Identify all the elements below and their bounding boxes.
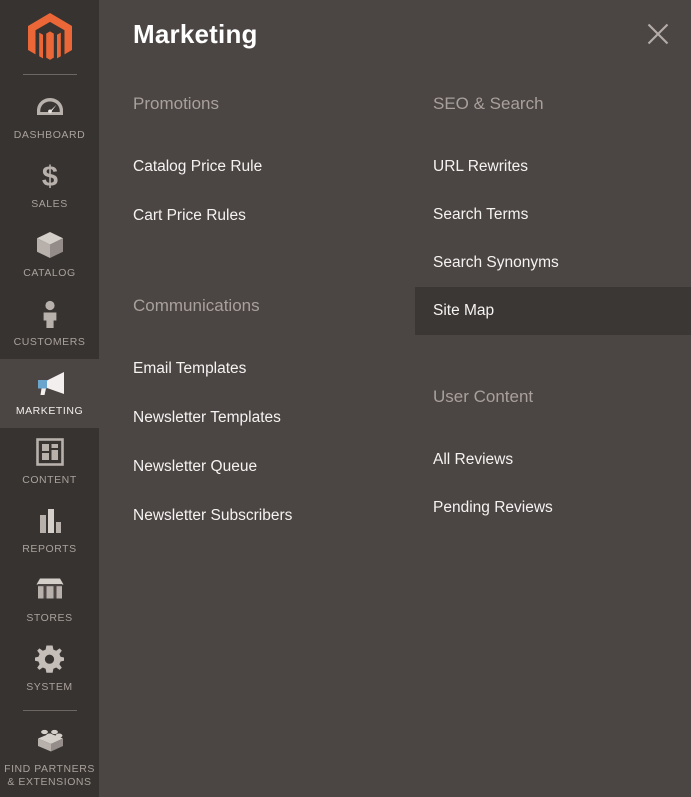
sidebar-item-label: CATALOG bbox=[23, 267, 76, 279]
menu-link-site-map[interactable]: Site Map bbox=[415, 287, 691, 335]
sidebar-item-label: REPORTS bbox=[22, 543, 77, 555]
gear-icon bbox=[35, 644, 64, 674]
magento-admin-menu-overlay: DASHBOARD $ SALES CATALOG CUSTOMERS MARK… bbox=[0, 0, 691, 797]
menu-group-seo-search: SEO & Search URL Rewrites Search Terms S… bbox=[415, 94, 691, 335]
menu-link-pending-reviews[interactable]: Pending Reviews bbox=[415, 484, 691, 532]
sidebar-item-label: MARKETING bbox=[15, 405, 84, 417]
menu-group-title: Communications bbox=[133, 296, 260, 315]
sidebar-item-label: CONTENT bbox=[22, 474, 77, 486]
bar-chart-icon bbox=[36, 506, 64, 536]
sidebar-item-catalog[interactable]: CATALOG bbox=[0, 221, 99, 290]
close-button[interactable] bbox=[642, 18, 674, 50]
menu-link-catalog-price-rule[interactable]: Catalog Price Rule bbox=[133, 143, 413, 192]
menu-group-promotions: Promotions Catalog Price Rule Cart Price… bbox=[133, 94, 413, 241]
menu-group-user-content: User Content All Reviews Pending Reviews bbox=[415, 387, 691, 532]
sidebar-item-label: SYSTEM bbox=[26, 681, 73, 693]
menu-link-cart-price-rules[interactable]: Cart Price Rules bbox=[133, 192, 413, 241]
lego-brick-icon bbox=[34, 726, 66, 756]
menu-link-newsletter-queue[interactable]: Newsletter Queue bbox=[133, 443, 413, 492]
menu-link-email-templates[interactable]: Email Templates bbox=[133, 345, 413, 394]
sidebar-item-marketing[interactable]: MARKETING bbox=[0, 359, 99, 428]
svg-text:$: $ bbox=[41, 161, 57, 191]
sidebar-item-sales[interactable]: $ SALES bbox=[0, 152, 99, 221]
menu-group-title: User Content bbox=[433, 387, 534, 406]
sidebar-item-find-partners-extensions[interactable]: FIND PARTNERS & EXTENSIONS bbox=[0, 717, 99, 797]
logo-divider bbox=[22, 74, 77, 75]
menu-group-communications: Communications Email Templates Newslette… bbox=[133, 296, 413, 541]
menu-group-title: Promotions bbox=[133, 94, 219, 113]
menu-link-newsletter-templates[interactable]: Newsletter Templates bbox=[133, 394, 413, 443]
menu-column-left: Promotions Catalog Price Rule Cart Price… bbox=[133, 94, 413, 541]
marketing-menu-panel: Marketing Promotions Catalog Price Rule … bbox=[99, 0, 691, 797]
sidebar-item-customers[interactable]: CUSTOMERS bbox=[0, 290, 99, 359]
megaphone-icon bbox=[33, 368, 67, 398]
sidebar-divider bbox=[22, 710, 77, 711]
menu-link-url-rewrites[interactable]: URL Rewrites bbox=[415, 143, 691, 191]
menu-link-all-reviews[interactable]: All Reviews bbox=[415, 436, 691, 484]
layout-icon bbox=[35, 437, 64, 467]
sidebar-item-system[interactable]: SYSTEM bbox=[0, 635, 99, 704]
sidebar-item-reports[interactable]: REPORTS bbox=[0, 497, 99, 566]
primary-sidebar: DASHBOARD $ SALES CATALOG CUSTOMERS MARK… bbox=[0, 0, 99, 797]
sidebar-item-stores[interactable]: STORES bbox=[0, 566, 99, 635]
storefront-icon bbox=[35, 575, 65, 605]
menu-link-newsletter-subscribers[interactable]: Newsletter Subscribers bbox=[133, 492, 413, 541]
page-title: Marketing bbox=[133, 19, 258, 49]
dollar-icon: $ bbox=[35, 161, 65, 191]
sidebar-item-label: STORES bbox=[26, 612, 73, 624]
sidebar-item-dashboard[interactable]: DASHBOARD bbox=[0, 83, 99, 152]
sidebar-item-label: CUSTOMERS bbox=[13, 336, 86, 348]
sidebar-item-label: FIND PARTNERS & EXTENSIONS bbox=[4, 763, 95, 788]
menu-link-search-terms[interactable]: Search Terms bbox=[415, 191, 691, 239]
gauge-icon bbox=[35, 92, 65, 122]
sidebar-item-label: SALES bbox=[31, 198, 68, 210]
magento-logo[interactable] bbox=[0, 0, 99, 74]
magento-logo-icon bbox=[27, 13, 72, 60]
sidebar-item-label: DASHBOARD bbox=[13, 129, 86, 141]
menu-column-right: SEO & Search URL Rewrites Search Terms S… bbox=[415, 94, 691, 532]
menu-link-search-synonyms[interactable]: Search Synonyms bbox=[415, 239, 691, 287]
menu-group-title: SEO & Search bbox=[433, 94, 544, 113]
box-icon bbox=[35, 230, 65, 260]
close-icon bbox=[647, 23, 669, 45]
sidebar-item-content[interactable]: CONTENT bbox=[0, 428, 99, 497]
person-icon bbox=[35, 299, 65, 329]
